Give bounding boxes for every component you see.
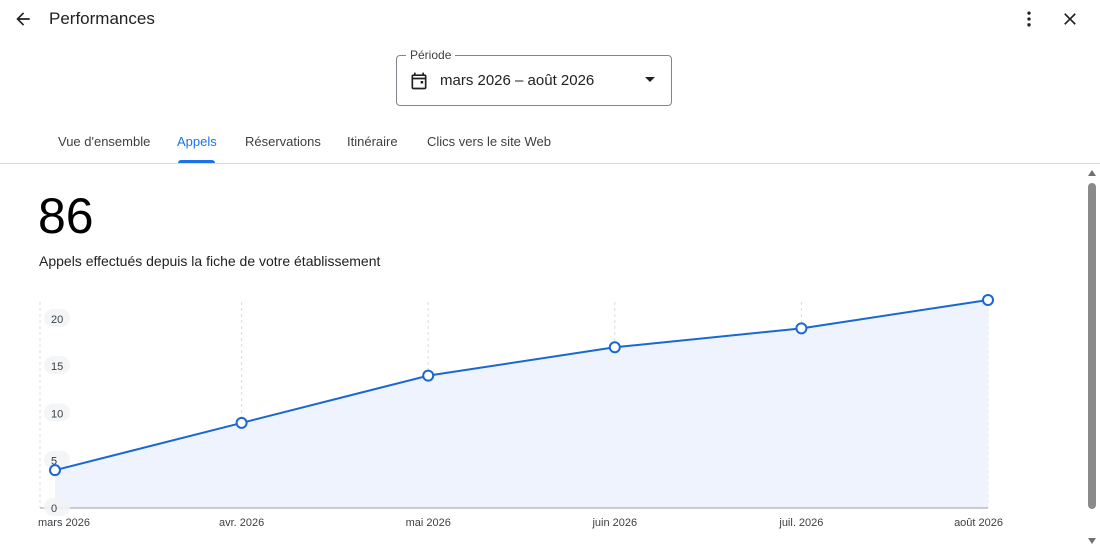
data-point — [422, 369, 435, 382]
y-tick-label: 15 — [51, 361, 63, 373]
period-label: Période — [406, 48, 456, 62]
x-tick-label: mai 2026 — [406, 517, 451, 529]
top-bar: Performances — [0, 0, 1100, 40]
calls-total: 86 — [38, 188, 94, 244]
x-tick-label: juin 2026 — [591, 517, 637, 529]
x-tick-label: mars 2026 — [38, 517, 90, 529]
scroll-up-icon[interactable] — [1088, 170, 1096, 176]
close-button[interactable] — [1057, 6, 1083, 32]
tab-website-clicks[interactable]: Clics vers le site Web — [427, 134, 551, 149]
x-tick-label: avr. 2026 — [219, 517, 264, 529]
x-tick-label: juil. 2026 — [778, 517, 823, 529]
calls-description: Appels effectués depuis la fiche de votr… — [39, 253, 381, 269]
data-point — [982, 294, 994, 306]
arrow-back-icon — [16, 12, 30, 26]
tab-bar: Vue d'ensemble Appels Réservations Itiné… — [0, 126, 1100, 164]
data-point — [795, 322, 808, 335]
close-icon — [1064, 13, 1076, 25]
y-tick-label: 0 — [51, 503, 57, 515]
data-point — [49, 464, 61, 477]
tab-bookings[interactable]: Réservations — [245, 134, 321, 149]
tab-overview[interactable]: Vue d'ensemble — [58, 134, 150, 149]
period-select[interactable]: Période mars 2026 – août 2026 — [396, 48, 672, 106]
dropdown-arrow-icon — [645, 77, 655, 82]
calls-line-chart: 05101520mars 2026 avr. 2026 mai 2026 juin 2… — [38, 294, 1003, 529]
y-tick-label: 20 — [51, 314, 63, 326]
scroll-down-icon[interactable] — [1088, 538, 1096, 544]
back-button[interactable] — [10, 6, 36, 32]
x-tick-label: août 2026 — [954, 517, 1003, 529]
data-point — [608, 341, 621, 354]
scroll-thumb[interactable] — [1088, 183, 1096, 509]
tab-directions[interactable]: Itinéraire — [347, 134, 398, 149]
active-tab-indicator — [178, 160, 215, 163]
data-point — [235, 416, 248, 429]
chart-area — [55, 300, 988, 508]
period-value: mars 2026 – août 2026 — [440, 72, 595, 89]
y-tick-label: 10 — [51, 408, 63, 420]
more-options-button[interactable] — [1017, 6, 1041, 32]
scrollbar[interactable] — [1084, 166, 1100, 550]
page-title: Performances — [49, 9, 155, 28]
tab-calls[interactable]: Appels — [177, 134, 217, 149]
calendar-icon — [411, 72, 427, 90]
more-vert-icon — [1027, 11, 1031, 27]
